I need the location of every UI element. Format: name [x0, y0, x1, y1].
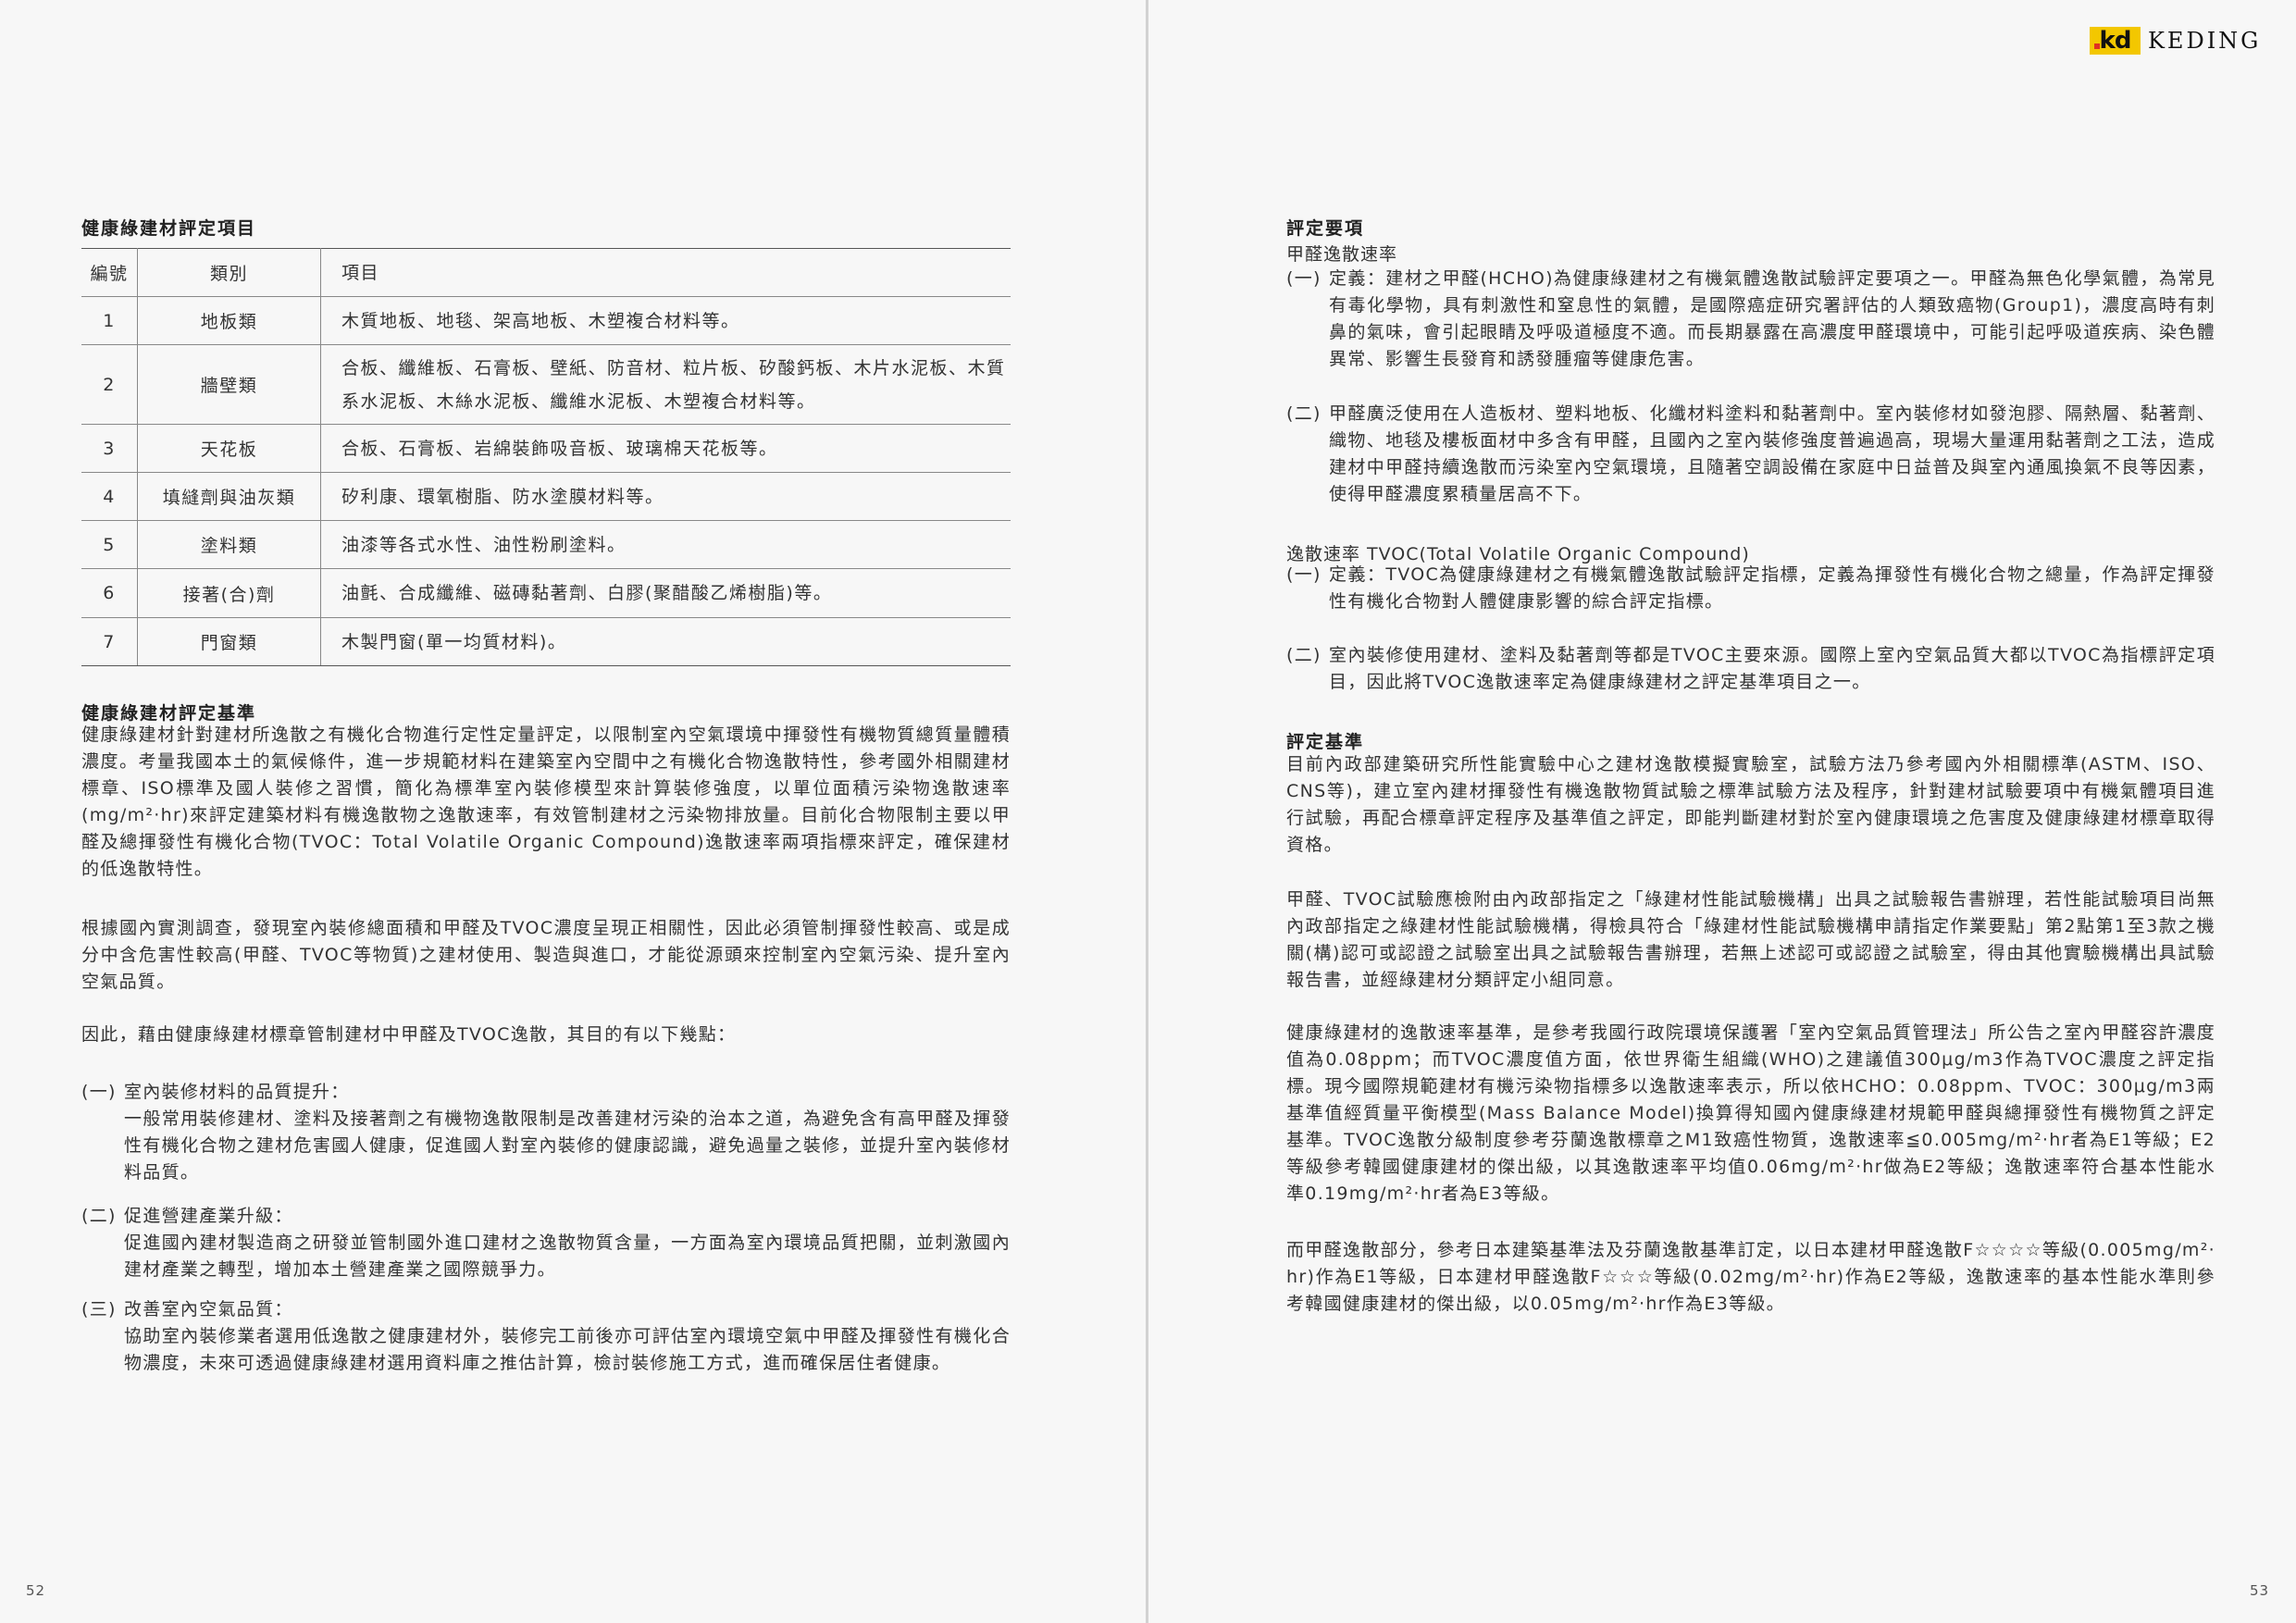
item-title: 改善室內空氣品質： — [124, 1299, 293, 1319]
hcho-item-2: (二) 甲醛廣泛使用在人造板材、塑料地板、化纖材料塗料和黏著劑中。室內裝修材如發… — [1286, 401, 2215, 508]
table-title: 健康綠建材評定項目 — [81, 218, 257, 239]
logo-dot-icon — [2094, 43, 2100, 49]
row-number: 5 — [81, 520, 138, 569]
table-row: 6 接著(合)劑 油氈、合成纖維、磁磚黏著劑、白膠(聚醋酸乙烯樹脂)等。 — [81, 568, 1011, 618]
item-marker: (二) — [1286, 645, 1322, 665]
item-marker: (一) — [1286, 268, 1322, 289]
header-number: 編號 — [81, 248, 138, 297]
row-items: 油漆等各式水性、油性粉刷塗料。 — [320, 520, 1011, 569]
row-category: 接著(合)劑 — [137, 568, 321, 618]
purpose-item-2: (二) 促進營建產業升級： 促進國內建材製造商之研發並管制國外進口建材之逸散物質… — [81, 1203, 1011, 1283]
basis-title: 評定基準 — [1286, 732, 1365, 752]
basis-paragraph-4: 而甲醛逸散部分，參考日本建築基準法及芬蘭逸散基準訂定，以日本建材甲醛逸散F☆☆☆… — [1286, 1240, 2215, 1314]
row-number: 2 — [81, 344, 138, 425]
brand-logo: kd KEDING — [2090, 27, 2261, 55]
standard-title: 健康綠建材評定基準 — [81, 703, 257, 724]
item-title: 促進營建產業升級： — [124, 1206, 293, 1226]
row-category: 填縫劑與油灰類 — [137, 472, 321, 521]
row-number: 7 — [81, 617, 138, 666]
table-row: 1 地板類 木質地板、地毯、架高地板、木塑複合材料等。 — [81, 296, 1011, 345]
item-title: 室內裝修材料的品質提升： — [124, 1082, 350, 1102]
item-text: 協助室內裝修業者選用低逸散之健康建材外，裝修完工前後亦可評估室內環境空氣中甲醛及… — [124, 1326, 1011, 1373]
header-items: 項目 — [320, 248, 1011, 297]
row-category: 天花板 — [137, 424, 321, 473]
left-page: 健康綠建材評定項目 編號 類別 項目 1 地板類 木質地板、地毯、架高地板、木塑… — [0, 0, 1146, 1623]
row-category: 地板類 — [137, 296, 321, 345]
item-text: 室內裝修使用建材、塗料及黏著劑等都是TVOC主要來源。國際上室內空氣品質大都以T… — [1329, 645, 2215, 692]
row-category: 塗料類 — [137, 520, 321, 569]
row-number: 3 — [81, 424, 138, 473]
item-marker: (三) — [81, 1299, 117, 1319]
row-items: 合板、纖維板、石膏板、壁紙、防音材、粒片板、矽酸鈣板、木片水泥板、木質系水泥板、… — [320, 344, 1011, 425]
table-row: 7 門窗類 木製門窗(單一均質材料)。 — [81, 617, 1011, 666]
row-items: 木製門窗(單一均質材料)。 — [320, 617, 1011, 666]
table-header-row: 編號 類別 項目 — [81, 248, 1011, 297]
table-row: 2 牆壁類 合板、纖維板、石膏板、壁紙、防音材、粒片板、矽酸鈣板、木片水泥板、木… — [81, 344, 1011, 425]
basis-paragraph-2: 甲醛、TVOC試驗應檢附由內政部指定之「綠建材性能試驗機構」出具之試驗報告書辦理… — [1286, 889, 2215, 990]
row-category: 牆壁類 — [137, 344, 321, 425]
basis-paragraph-3: 健康綠建材的逸散速率基準，是參考我國行政院環境保護署「室內空氣品質管理法」所公告… — [1286, 1022, 2215, 1204]
header-category: 類別 — [137, 248, 321, 297]
row-number: 4 — [81, 472, 138, 521]
table-row: 5 塗料類 油漆等各式水性、油性粉刷塗料。 — [81, 520, 1011, 569]
page-number: 52 — [26, 1582, 46, 1599]
row-number: 1 — [81, 296, 138, 345]
item-text: 定義：建材之甲醛(HCHO)為健康綠建材之有機氣體逸散試驗評定要項之一。甲醛為無… — [1329, 268, 2215, 369]
row-number: 6 — [81, 568, 138, 618]
row-items: 油氈、合成纖維、磁磚黏著劑、白膠(聚醋酸乙烯樹脂)等。 — [320, 568, 1011, 618]
tvoc-item-1: (一) 定義：TVOC為健康綠建材之有機氣體逸散試驗評定指標，定義為揮發性有機化… — [1286, 562, 2215, 615]
standard-paragraph-1: 健康綠建材針對建材所逸散之有機化合物進行定性定量評定，以限制室內空氣環境中揮發性… — [81, 725, 1011, 879]
item-text: 一般常用裝修建材、塗料及接著劑之有機物逸散限制是改善建材污染的治本之道，為避免含… — [124, 1109, 1011, 1183]
tvoc-item-2: (二) 室內裝修使用建材、塗料及黏著劑等都是TVOC主要來源。國際上室內空氣品質… — [1286, 642, 2215, 696]
purpose-item-3: (三) 改善室內空氣品質： 協助室內裝修業者選用低逸散之健康建材外，裝修完工前後… — [81, 1296, 1011, 1377]
row-items: 合板、石膏板、岩綿裝飾吸音板、玻璃棉天花板等。 — [320, 424, 1011, 473]
item-text: 定義：TVOC為健康綠建材之有機氣體逸散試驗評定指標，定義為揮發性有機化合物之總… — [1329, 564, 2215, 612]
item-marker: (二) — [1286, 403, 1322, 424]
item-text: 促進國內建材製造商之研發並管制國外進口建材之逸散物質含量，一方面為室內環境品質把… — [124, 1233, 1011, 1280]
row-items: 矽利康、環氧樹脂、防水塗膜材料等。 — [320, 472, 1011, 521]
row-items: 木質地板、地毯、架高地板、木塑複合材料等。 — [320, 296, 1011, 345]
brand-name: KEDING — [2148, 28, 2262, 54]
basis-paragraph-1: 目前內政部建築研究所性能實驗中心之建材逸散模擬實驗室，試驗方法乃參考國內外相關標… — [1286, 754, 2215, 855]
logo-mark: kd — [2090, 27, 2141, 55]
item-marker: (二) — [81, 1206, 117, 1226]
item-text: 甲醛廣泛使用在人造板材、塑料地板、化纖材料塗料和黏著劑中。室內裝修材如發泡膠、隔… — [1329, 403, 2215, 504]
item-marker: (一) — [1286, 564, 1322, 585]
item-marker: (一) — [81, 1082, 117, 1102]
material-table: 編號 類別 項目 1 地板類 木質地板、地毯、架高地板、木塑複合材料等。 2 牆… — [81, 248, 1011, 666]
table-row: 3 天花板 合板、石膏板、岩綿裝飾吸音板、玻璃棉天花板等。 — [81, 424, 1011, 473]
hcho-item-1: (一) 定義：建材之甲醛(HCHO)為健康綠建材之有機氣體逸散試驗評定要項之一。… — [1286, 266, 2215, 373]
table-row: 4 填縫劑與油灰類 矽利康、環氧樹脂、防水塗膜材料等。 — [81, 472, 1011, 521]
purpose-item-1: (一) 室內裝修材料的品質提升： 一般常用裝修建材、塗料及接著劑之有機物逸散限制… — [81, 1079, 1011, 1186]
logo-mark-text: kd — [2099, 27, 2132, 55]
hcho-title: 甲醛逸散速率 — [1286, 244, 1398, 265]
requirements-title: 評定要項 — [1286, 218, 1365, 239]
standard-paragraph-2: 根據國內實測調查，發現室內裝修總面積和甲醛及TVOC濃度呈現正相關性，因此必須管… — [81, 918, 1011, 992]
row-category: 門窗類 — [137, 617, 321, 666]
page-number: 53 — [2250, 1582, 2270, 1599]
standard-paragraph-3: 因此，藉由健康綠建材標章管制建材中甲醛及TVOC逸散，其目的有以下幾點： — [81, 1024, 737, 1045]
